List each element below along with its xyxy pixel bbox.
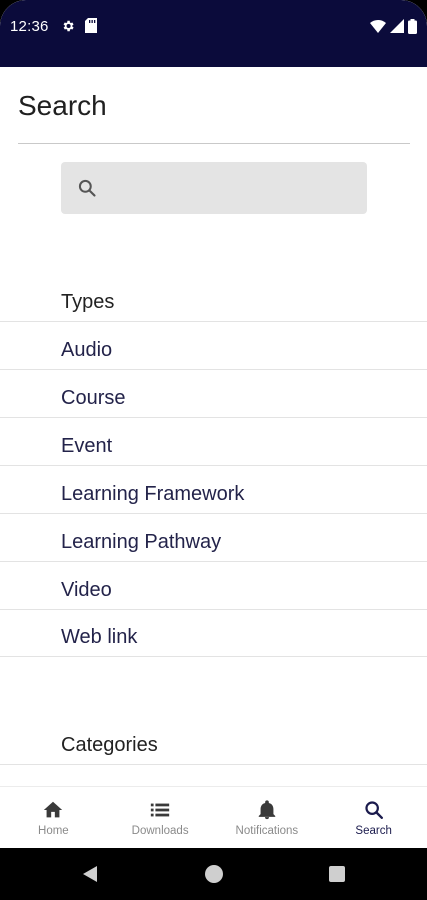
status-time: 12:36	[10, 18, 49, 35]
sd-card-icon	[85, 18, 97, 33]
filter-item-video[interactable]: Video	[0, 562, 427, 610]
filter-item-label: Learning Framework	[61, 483, 245, 505]
filter-item-learning-pathway[interactable]: Learning Pathway	[0, 514, 427, 562]
filter-item-label: Video	[61, 579, 112, 601]
nav-item-home[interactable]: Home	[0, 787, 107, 848]
filter-item-audio[interactable]: Audio	[0, 322, 427, 370]
gear-icon	[63, 20, 74, 32]
search-field[interactable]	[61, 162, 367, 214]
nav-label-downloads: Downloads	[131, 825, 189, 837]
wifi-icon	[370, 19, 386, 33]
recent-apps-icon[interactable]	[329, 866, 345, 882]
bottom-navigation: Home Downloads Notifications Search	[0, 786, 427, 848]
filter-item-course[interactable]: Course	[0, 370, 427, 418]
categories-header: Categories	[0, 717, 427, 765]
nav-label-search: Search	[355, 825, 392, 837]
status-bar: 12:36	[0, 0, 427, 67]
filter-item-label: Event	[61, 435, 113, 457]
back-icon[interactable]	[81, 865, 99, 883]
list-icon	[150, 803, 170, 817]
filter-item-learning-framework[interactable]: Learning Framework	[0, 466, 427, 514]
filter-item-label: Audio	[61, 339, 113, 361]
nav-item-notifications[interactable]: Notifications	[214, 787, 321, 848]
battery-icon	[408, 18, 417, 34]
search-icon	[78, 179, 96, 197]
search-icon	[365, 801, 383, 819]
home-button-icon[interactable]	[205, 865, 223, 883]
bell-icon	[258, 800, 276, 820]
page-title: Search	[18, 90, 107, 121]
nav-label-notifications: Notifications	[235, 825, 299, 837]
search-input[interactable]	[109, 170, 359, 206]
filter-item-label: Learning Pathway	[61, 531, 222, 553]
filter-item-web-link[interactable]: Web link	[0, 609, 427, 657]
nav-label-home: Home	[38, 825, 69, 837]
filter-item-label: Course	[61, 387, 126, 409]
nav-item-search[interactable]: Search	[320, 787, 427, 848]
app-screen: 12:36 Search Types Audio Course Event Le…	[0, 0, 427, 900]
nav-item-downloads[interactable]: Downloads	[107, 787, 214, 848]
home-icon	[44, 801, 63, 818]
system-navigation-bar	[0, 848, 427, 900]
status-icons-right	[370, 18, 417, 34]
title-divider	[18, 143, 410, 144]
types-header-label: Types	[61, 291, 115, 313]
filter-item-event[interactable]: Event	[0, 418, 427, 466]
filter-item-label: Web link	[61, 626, 138, 648]
categories-header-label: Categories	[61, 734, 158, 756]
types-header: Types	[0, 274, 427, 322]
signal-icon	[390, 19, 404, 33]
